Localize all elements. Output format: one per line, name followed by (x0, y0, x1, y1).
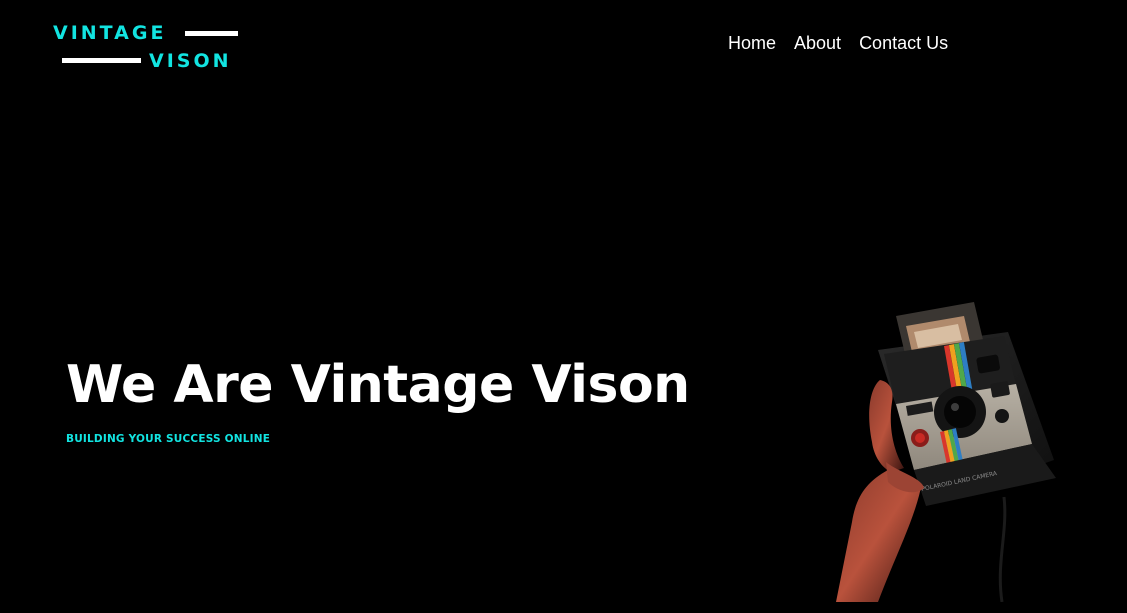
nav-home-link[interactable]: Home (728, 31, 776, 55)
nav-about-link[interactable]: About (794, 31, 841, 55)
camera-hand-image: POLAROID LAND CAMERA (836, 302, 1056, 602)
page: VINTAGE VISON Home About Contact Us We A… (0, 0, 1127, 613)
site-logo[interactable]: VINTAGE VISON (53, 22, 243, 72)
hero-subtitle: BUILDING YOUR SUCCESS ONLINE (66, 433, 271, 445)
logo-bar-bottom (62, 58, 141, 63)
main-nav: Home About Contact Us (728, 31, 948, 55)
nav-contact-link[interactable]: Contact Us (859, 31, 948, 55)
logo-bar-top (185, 31, 238, 36)
logo-word-bottom: VISON (149, 50, 232, 72)
hero-title: We Are Vintage Vison (66, 355, 690, 415)
logo-word-top: VINTAGE (53, 22, 167, 44)
